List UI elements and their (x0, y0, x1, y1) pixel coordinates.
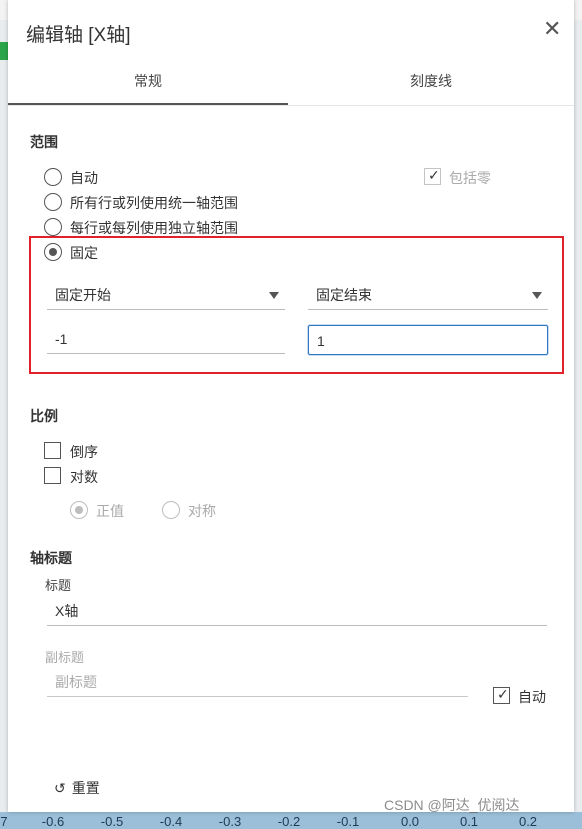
background-axis-tick: 0.2 (518, 814, 538, 829)
watermark: CSDN @阿达_优阅达 (384, 797, 520, 813)
positive-radio[interactable] (70, 501, 88, 519)
edit-axis-dialog: 编辑轴 [X轴] ✕ 常规 刻度线 范围 自动 所有行或列使用统一轴范围 每行或… (8, 0, 574, 812)
background-axis-tick: 7 (0, 814, 8, 829)
axis-title-input[interactable]: X轴 (47, 596, 547, 626)
fixed-end-select-label: 固定结束 (316, 287, 372, 303)
range-uniform-label: 所有行或列使用统一轴范围 (70, 195, 238, 211)
include-zero-label: 包括零 (449, 170, 491, 186)
title-field-label: 标题 (45, 578, 72, 593)
auto-subtitle-checkbox[interactable]: ✓ (493, 686, 510, 704)
reset-label: 重置 (71, 780, 100, 796)
fixed-end-select[interactable]: 固定结束 (308, 280, 548, 310)
undo-icon: ↺ (54, 780, 66, 796)
fixed-start-select-label: 固定开始 (55, 287, 111, 303)
range-fixed-radio[interactable] (44, 243, 62, 261)
checkmark-icon: ✓ (428, 167, 440, 183)
chevron-down-icon (269, 292, 279, 299)
tab-general[interactable]: 常规 (8, 56, 288, 106)
auto-subtitle-label: 自动 (518, 689, 546, 705)
background-axis-tick: -0.6 (41, 814, 65, 829)
checkmark-icon: ✓ (497, 686, 509, 702)
fixed-end-input[interactable]: 1 (308, 325, 548, 355)
subtitle-input[interactable]: 副标题 (47, 667, 468, 697)
fixed-start-input[interactable]: -1 (47, 324, 285, 354)
range-auto-label: 自动 (70, 170, 98, 186)
symmetric-label: 对称 (188, 503, 216, 519)
tab-divider (8, 105, 574, 106)
range-section-title: 范围 (30, 134, 58, 150)
reversed-label: 倒序 (70, 444, 98, 460)
fixed-start-select[interactable]: 固定开始 (47, 280, 285, 310)
include-zero-checkbox[interactable]: ✓ (424, 167, 441, 185)
tab-tick-marks[interactable]: 刻度线 (288, 56, 574, 106)
background-axis-tick: -0.2 (277, 814, 301, 829)
positive-label: 正值 (96, 503, 124, 519)
background-axis-tick: -0.4 (159, 814, 183, 829)
subtitle-field-label: 副标题 (45, 650, 85, 665)
background-axis-tick: -0.3 (218, 814, 242, 829)
log-checkbox[interactable] (44, 467, 61, 484)
background-axis-tick: 0.0 (400, 814, 420, 829)
close-icon[interactable]: ✕ (543, 18, 561, 40)
reset-button[interactable]: ↺ 重置 (54, 778, 100, 798)
chevron-down-icon (532, 292, 542, 299)
range-auto-radio[interactable] (44, 168, 62, 186)
background-axis-tick: -0.5 (100, 814, 124, 829)
background-axis-tick: -0.1 (336, 814, 360, 829)
dialog-title: 编辑轴 [X轴] (26, 25, 131, 46)
reversed-checkbox[interactable] (44, 442, 61, 459)
range-independent-label: 每行或每列使用独立轴范围 (70, 220, 238, 236)
scale-section-title: 比例 (30, 408, 58, 424)
range-fixed-label: 固定 (70, 245, 98, 261)
range-independent-radio[interactable] (44, 218, 62, 236)
background-green-marker (0, 42, 8, 60)
range-uniform-radio[interactable] (44, 193, 62, 211)
tab-bar: 常规 刻度线 (8, 56, 574, 106)
axis-title-section-title: 轴标题 (30, 550, 72, 566)
log-label: 对数 (70, 469, 98, 485)
background-axis-tick: 0.1 (459, 814, 479, 829)
symmetric-radio[interactable] (162, 501, 180, 519)
